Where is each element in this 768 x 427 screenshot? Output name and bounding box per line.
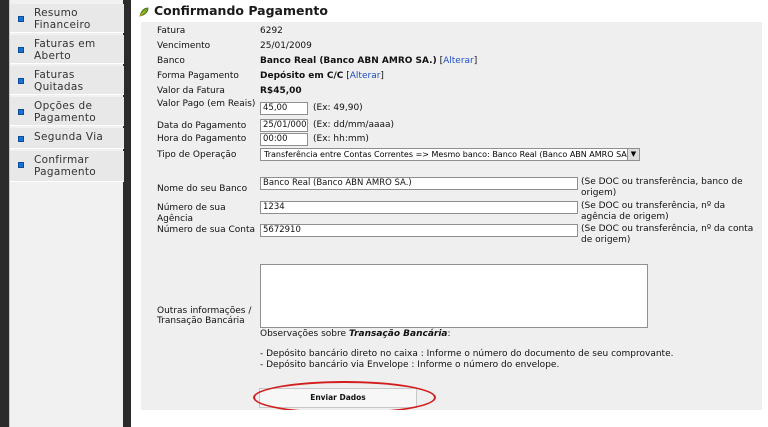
nome-banco-input[interactable]: Banco Real (Banco ABN AMRO SA.) xyxy=(260,177,578,190)
observacoes-suffix: : xyxy=(447,329,451,339)
enviar-dados-button[interactable]: Enviar Dados xyxy=(259,388,417,408)
valor-pago-label: Valor Pago (em Reais) xyxy=(157,99,256,109)
observacoes-line-1: - Depósito bancário direto no caixa : In… xyxy=(260,349,674,359)
sidebar-item-label: Faturas Quitadas xyxy=(34,69,84,93)
nome-banco-label: Nome do seu Banco xyxy=(157,184,248,194)
alterar-banco-link[interactable]: Alterar xyxy=(443,56,474,66)
nome-banco-hint: (Se DOC ou transferência, banco de orige… xyxy=(581,177,743,198)
leaf-icon xyxy=(139,7,149,17)
observacoes-prefix: Observações sobre xyxy=(260,329,347,339)
data-pagamento-input[interactable]: 25/01/000 xyxy=(260,119,308,132)
sidebar-item-label: Opções de Pagamento xyxy=(34,100,96,124)
valor-pago-hint: (Ex: 49,90) xyxy=(313,103,363,113)
banco-row: Banco Real (Banco ABN AMRO SA.) [Alterar… xyxy=(260,56,477,66)
conta-label: Número de sua Conta xyxy=(157,225,256,235)
outras-informacoes-textarea[interactable] xyxy=(260,264,648,328)
agencia-hint: (Se DOC ou transferência, nº da agência … xyxy=(581,201,726,222)
data-pagamento-label: Data do Pagamento xyxy=(157,121,247,131)
sidebar-item-label: Segunda Via xyxy=(34,131,104,143)
bullet-icon xyxy=(18,109,24,115)
page-title: Confirmando Pagamento xyxy=(154,3,328,18)
sidebar-item-segunda-via[interactable]: Segunda Via xyxy=(10,128,124,149)
outras-informacoes-label: Outras informações / Transação Bancária xyxy=(157,306,252,326)
vencimento-value: 25/01/2009 xyxy=(260,41,312,51)
page-header: Confirmando Pagamento xyxy=(135,0,768,22)
sidebar-item-label: Confirmar Pagamento xyxy=(34,154,96,178)
sidebar-item-label: Faturas em Aberto xyxy=(34,38,96,62)
forma-pagamento-value: Depósito em C/C xyxy=(260,71,344,81)
sidebar-item-opcoes-de-pagamento[interactable]: Opções de Pagamento xyxy=(10,97,124,126)
alterar-forma-link[interactable]: Alterar xyxy=(350,71,381,81)
bullet-icon xyxy=(18,162,24,168)
footer-strip xyxy=(141,410,762,427)
bullet-icon xyxy=(18,78,24,84)
tipo-operacao-select[interactable]: Transferência entre Contas Correntes => … xyxy=(260,148,640,161)
chevron-down-icon[interactable]: ▼ xyxy=(627,149,639,160)
bullet-icon xyxy=(18,136,24,142)
hora-pagamento-input[interactable]: 00:00 xyxy=(260,133,308,146)
sidebar-item-confirmar-pagamento[interactable]: Confirmar Pagamento xyxy=(10,151,124,182)
fatura-value: 6292 xyxy=(260,26,283,36)
banco-value: Banco Real (Banco ABN AMRO SA.) xyxy=(260,56,437,66)
forma-pagamento-row: Depósito em C/C [Alterar] xyxy=(260,71,384,81)
fatura-label: Fatura xyxy=(157,26,186,36)
agencia-input[interactable]: 1234 xyxy=(260,201,578,214)
valor-fatura-value: R$45,00 xyxy=(260,86,302,96)
bullet-icon xyxy=(18,16,24,22)
tipo-operacao-label: Tipo de Operação xyxy=(157,150,237,160)
tipo-operacao-selected: Transferência entre Contas Correntes => … xyxy=(264,150,633,159)
hora-pagamento-label: Hora do Pagamento xyxy=(157,134,247,144)
valor-fatura-label: Valor da Fatura xyxy=(157,86,225,96)
hora-pagamento-hint: (Ex: hh:mm) xyxy=(313,134,369,144)
sidebar-item-faturas-quitadas[interactable]: Faturas Quitadas xyxy=(10,66,124,95)
bracket-close: ] xyxy=(473,56,478,66)
observacoes-heading: Observações sobre Transação Bancária: xyxy=(260,329,451,340)
conta-input[interactable]: 5672910 xyxy=(260,224,578,237)
forma-pagamento-label: Forma Pagamento xyxy=(157,71,239,81)
vencimento-label: Vencimento xyxy=(157,41,211,51)
payment-form: Fatura 6292 Vencimento 25/01/2009 Banco … xyxy=(141,22,762,414)
conta-hint: (Se DOC ou transferência, nº da conta de… xyxy=(581,224,754,245)
banco-label: Banco xyxy=(157,56,185,66)
sidebar: Resumo Financeiro Faturas em Aberto Fatu… xyxy=(0,0,127,427)
sidebar-item-label: Resumo Financeiro xyxy=(34,7,91,31)
sidebar-item-resumo-financeiro[interactable]: Resumo Financeiro xyxy=(10,4,124,33)
observacoes-line-2: - Depósito bancário via Envelope : Infor… xyxy=(260,360,560,370)
agencia-label: Número de sua Agência xyxy=(157,203,226,224)
bullet-icon xyxy=(18,47,24,53)
data-pagamento-hint: (Ex: dd/mm/aaaa) xyxy=(313,120,395,130)
valor-pago-input[interactable]: 45,00 xyxy=(260,102,308,115)
sidebar-item-faturas-em-aberto[interactable]: Faturas em Aberto xyxy=(10,35,124,64)
sidebar-menu: Resumo Financeiro Faturas em Aberto Fatu… xyxy=(9,0,124,427)
observacoes-emph: Transação Bancária xyxy=(348,329,448,339)
bracket-close: ] xyxy=(380,71,384,81)
main-content: Confirmando Pagamento Fatura 6292 Vencim… xyxy=(131,0,768,427)
